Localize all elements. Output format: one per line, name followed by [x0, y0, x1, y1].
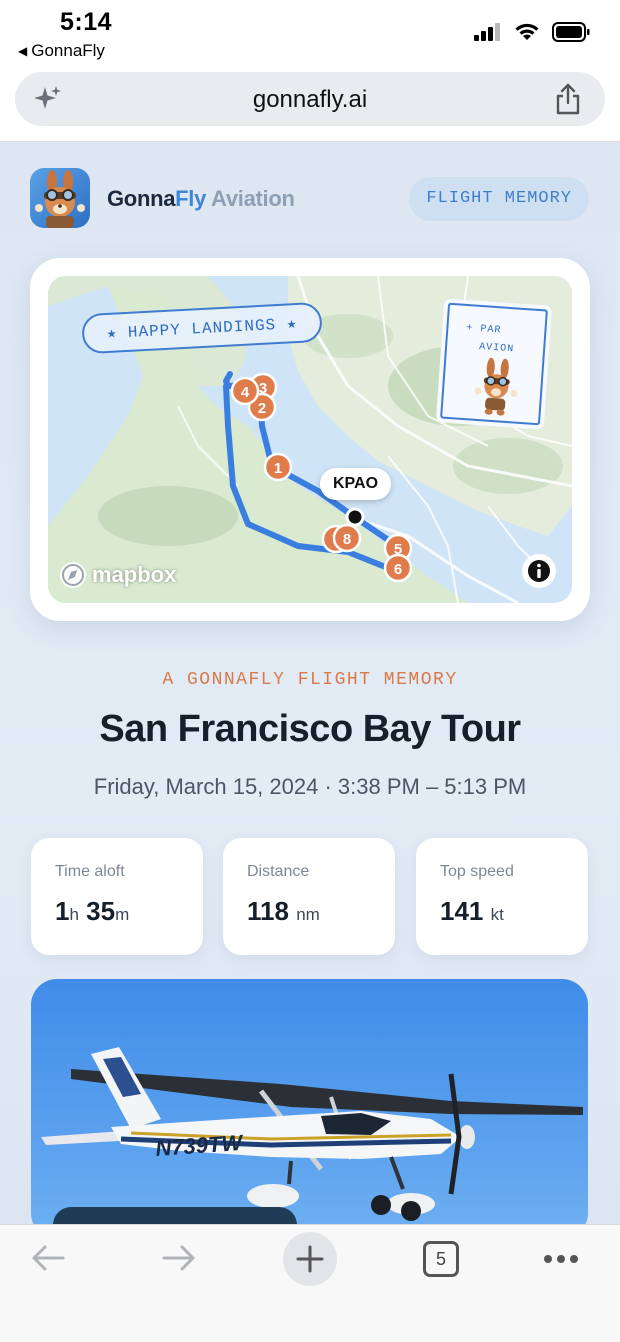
stat-label: Top speed — [440, 863, 514, 880]
flight-memory-badge: FLIGHT MEMORY — [409, 177, 589, 221]
flight-title: San Francisco Bay Tour — [99, 708, 521, 750]
brand-name[interactable]: GonnaFly Aviation — [107, 186, 295, 212]
back-to-app-link[interactable]: ◀ GonnaFly — [18, 41, 105, 61]
arrow-right-icon — [162, 1245, 195, 1271]
page-content: GonnaFly Aviation FLIGHT MEMORY ★ HAPPY … — [0, 142, 620, 1224]
stat-hours: 1 — [55, 896, 70, 926]
stat-card-top-speed: Top speed 141 kt — [416, 838, 588, 955]
waypoint-6[interactable]: 6 — [383, 553, 413, 583]
stat-value: 141 kt — [440, 896, 504, 927]
waypoint-4-label: 4 — [241, 384, 250, 401]
battery-icon — [552, 22, 590, 42]
status-time: 5:14 — [60, 8, 113, 36]
more-button[interactable] — [543, 1251, 579, 1269]
stat-card-time-aloft: Time aloft 1h 35m — [31, 838, 203, 955]
url-text: gonnafly.ai — [252, 86, 368, 113]
mapbox-compass-icon — [60, 562, 86, 588]
stat-minutes: 35 — [86, 896, 116, 926]
waypoint-6-label: 6 — [394, 561, 402, 578]
waypoint-8[interactable]: 8 — [332, 523, 362, 553]
waypoint-8-label: 8 — [343, 531, 351, 548]
stat-minutes-unit: m — [115, 905, 130, 924]
brand-name-part1: Gonna — [107, 186, 176, 211]
browser-address-area: gonnafly.ai — [0, 66, 620, 142]
flight-date: Friday, March 15, 2024 · 3:38 PM – 5:13 … — [93, 774, 527, 799]
stat-distance: 118 — [247, 896, 289, 926]
arrow-left-icon — [32, 1245, 65, 1271]
forward-button[interactable] — [161, 1243, 197, 1278]
tab-count: 5 — [423, 1241, 459, 1277]
new-tab-button[interactable] — [283, 1232, 337, 1291]
stat-value: 118 nm — [247, 896, 320, 927]
stat-distance-unit: nm — [296, 905, 320, 924]
stat-hours-unit: h — [69, 905, 79, 924]
mapbox-logo[interactable]: mapbox — [58, 560, 176, 590]
tabs-button[interactable]: 5 — [423, 1241, 459, 1277]
stat-speed-unit: kt — [490, 905, 504, 924]
back-app-label: GonnaFly — [31, 41, 105, 60]
photo-overlay-caption — [53, 1207, 297, 1224]
browser-toolbar: 5 — [0, 1224, 620, 1342]
plus-icon — [283, 1232, 337, 1286]
info-icon — [528, 560, 550, 582]
tail-number: N739TW — [155, 1130, 246, 1161]
map-card: ★ HAPPY LANDINGS ★ + PAR AVION 3 2 4 1 8… — [30, 258, 590, 621]
status-bar: 5:14 ◀ GonnaFly — [0, 0, 620, 66]
share-icon[interactable] — [553, 82, 583, 116]
address-bar[interactable]: gonnafly.ai — [15, 72, 605, 126]
aircraft-photo[interactable]: N739TW — [31, 979, 588, 1224]
back-button[interactable] — [30, 1243, 66, 1278]
status-icons — [474, 22, 590, 42]
bunny-pilot-logo-icon — [35, 170, 85, 228]
stat-value: 1h 35m — [55, 896, 129, 927]
waypoint-4[interactable]: 4 — [230, 376, 260, 406]
stat-card-distance: Distance 118 nm — [223, 838, 395, 955]
back-triangle-icon: ◀ — [18, 44, 28, 58]
stat-speed: 141 — [440, 896, 484, 926]
waypoint-2-label: 2 — [258, 400, 266, 417]
flight-memory-eyebrow: A GONNAFLY FLIGHT MEMORY — [162, 670, 458, 690]
map-info-button[interactable] — [522, 554, 556, 588]
brand-name-part2: Fly — [175, 186, 207, 211]
more-dots-icon — [544, 1255, 578, 1263]
brand-name-part3: Aviation — [206, 186, 295, 211]
waypoint-1[interactable]: 1 — [263, 452, 293, 482]
stat-label: Distance — [247, 863, 310, 880]
waypoint-markers: 3 2 4 1 7 — [230, 372, 413, 583]
kpao-dot[interactable] — [345, 507, 365, 527]
stat-label: Time aloft — [55, 863, 125, 880]
mapbox-text: mapbox — [92, 562, 177, 587]
cellular-signal-icon — [474, 23, 500, 41]
brand-logo[interactable] — [30, 168, 90, 228]
route-map[interactable]: ★ HAPPY LANDINGS ★ + PAR AVION 3 2 4 1 8… — [48, 276, 572, 603]
airport-label[interactable]: KPAO — [320, 468, 392, 500]
airplane-illustration: N739TW — [41, 1047, 583, 1221]
wifi-icon — [515, 23, 539, 40]
waypoint-1-label: 1 — [274, 460, 282, 477]
